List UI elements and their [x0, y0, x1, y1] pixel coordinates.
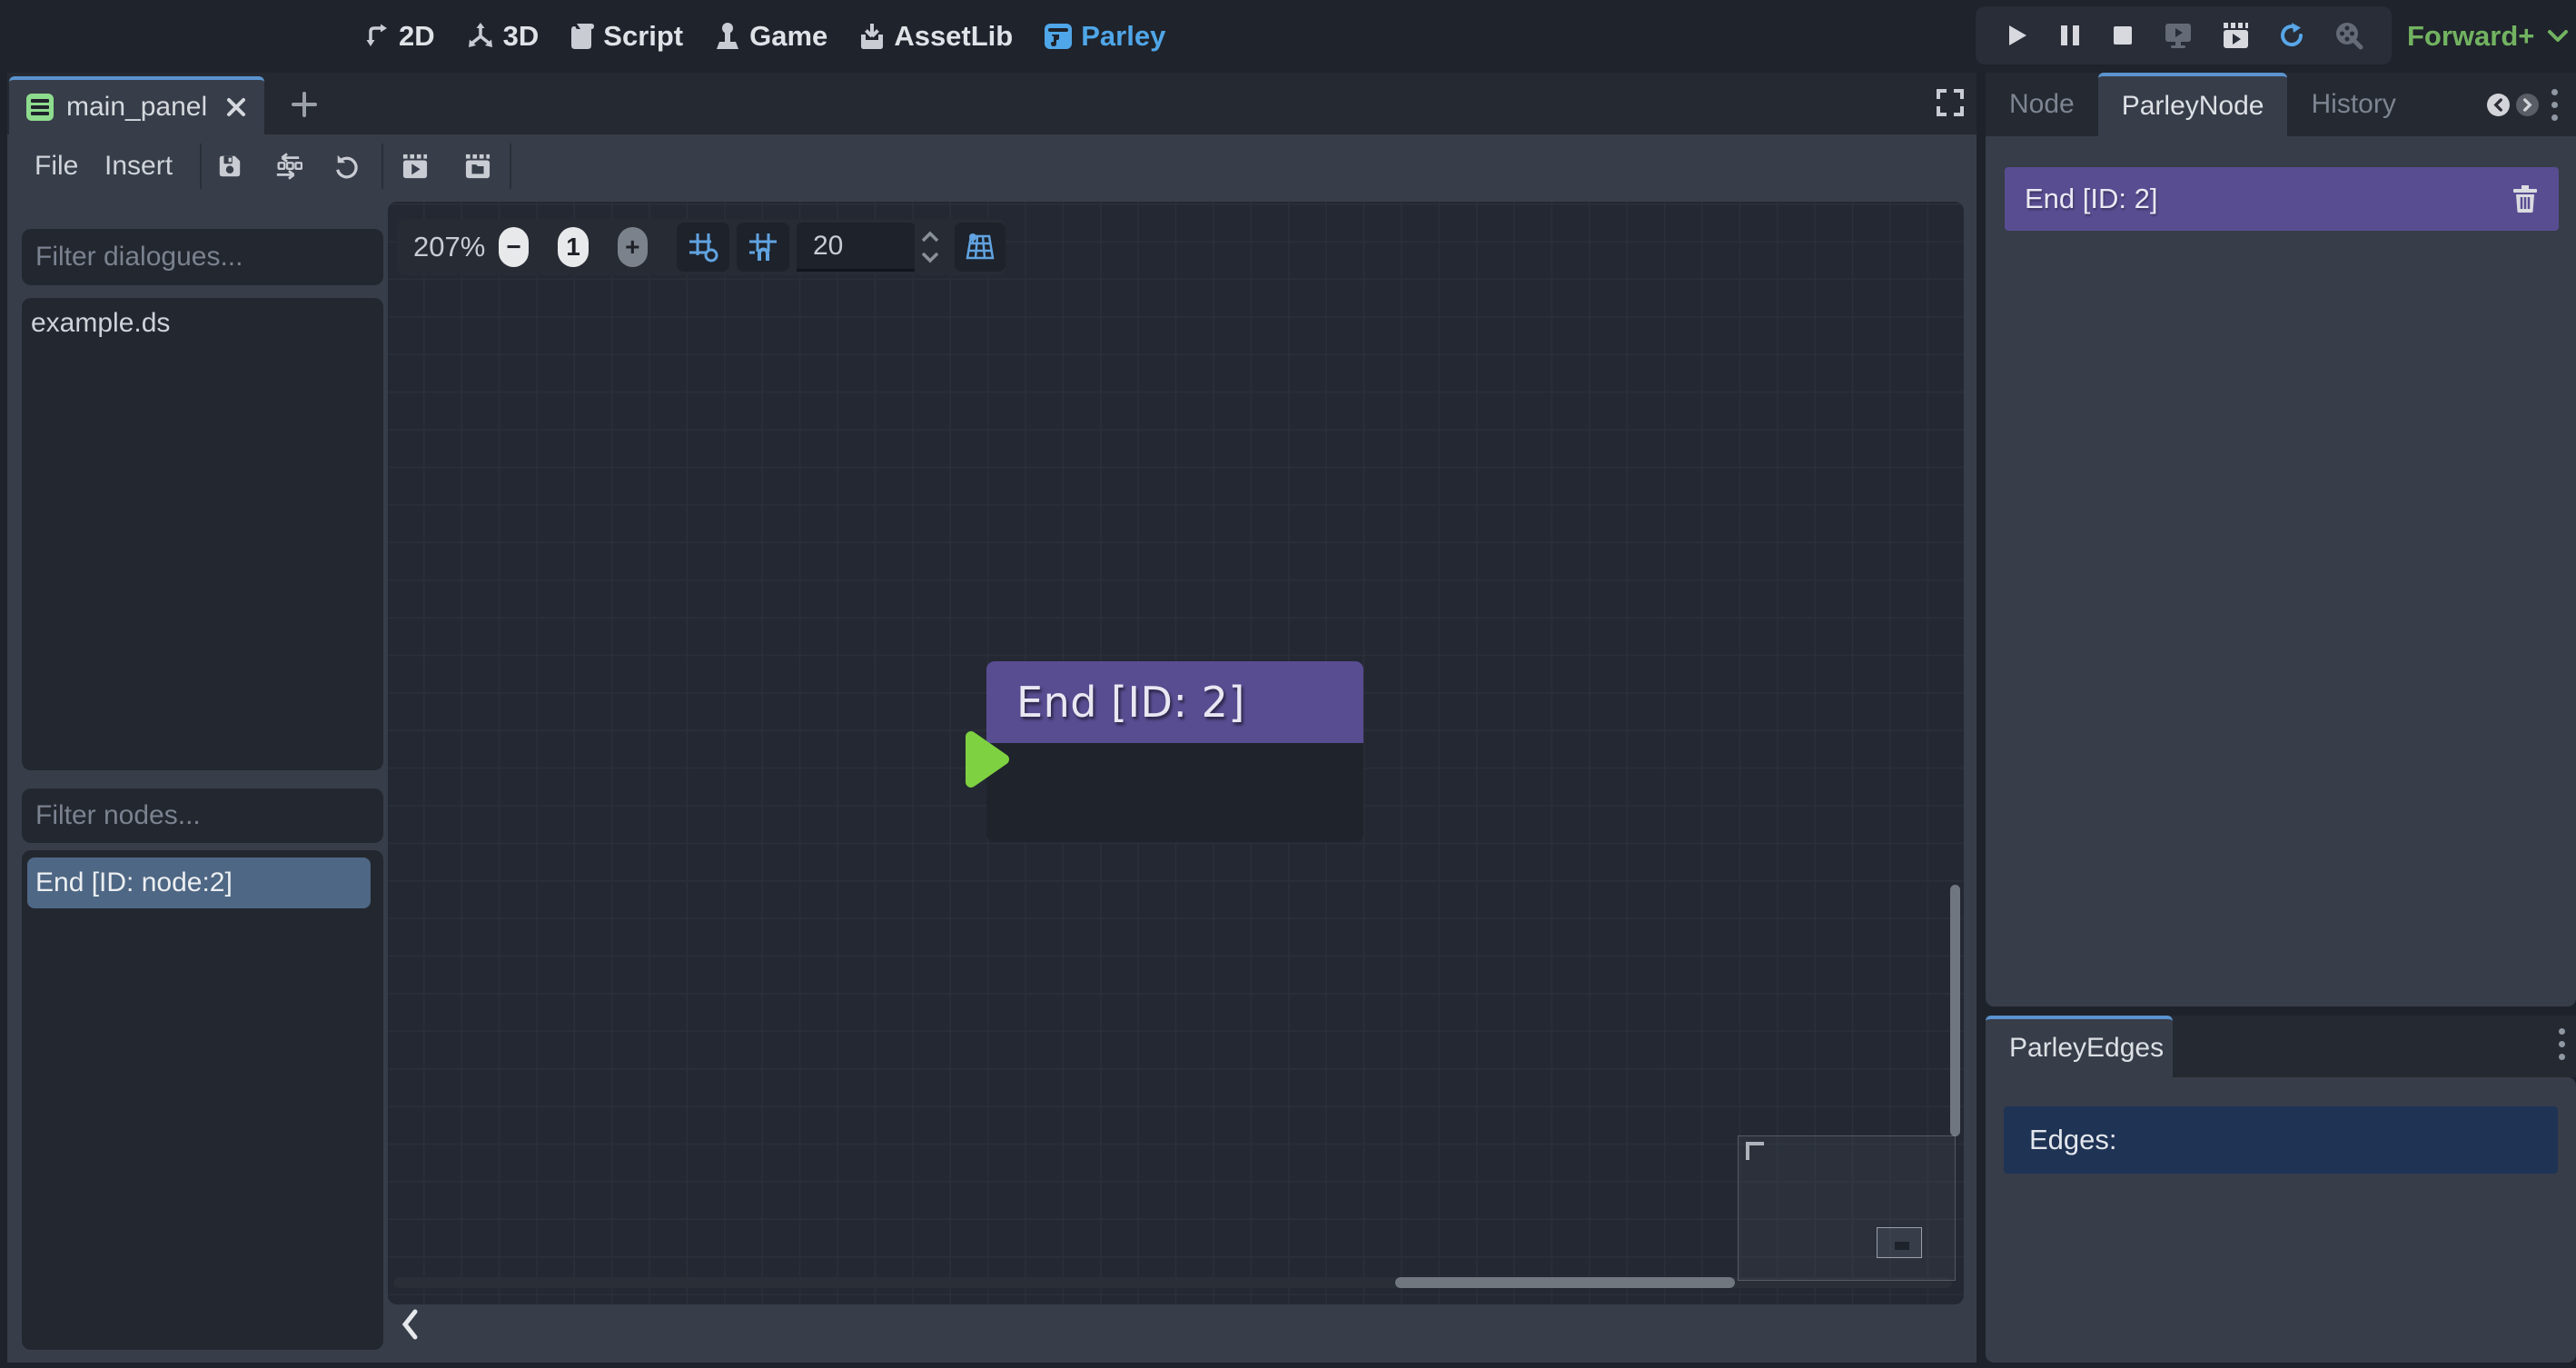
tab-parleyedges[interactable]: ParleyEdges: [1986, 1016, 2173, 1077]
chevron-down-icon: [2547, 29, 2569, 44]
minimap[interactable]: [1738, 1135, 1956, 1281]
close-icon[interactable]: [224, 95, 248, 119]
graph-node-title[interactable]: End [ID: 2]: [986, 661, 1363, 743]
tab-2d[interactable]: 2D: [362, 20, 435, 53]
nodes-filter-input[interactable]: [22, 800, 386, 831]
list-item[interactable]: example.ds: [22, 298, 383, 339]
undo-icon[interactable]: [334, 154, 360, 179]
parley-icon: [1044, 22, 1073, 51]
tab-node[interactable]: Node: [1986, 73, 2098, 136]
profiler-button[interactable]: [2333, 21, 2364, 50]
graph-canvas[interactable]: 207% − 1 + End [ID: 2]: [388, 202, 1964, 1304]
inspector-body: End [ID: 2]: [1986, 136, 2576, 1006]
edges-menu-dots-icon[interactable]: [2559, 1028, 2565, 1060]
dock-menu-dots-icon[interactable]: [2551, 89, 2558, 121]
edges-bar: Edges:: [2004, 1106, 2558, 1174]
scene-tab-main-panel[interactable]: main_panel: [9, 76, 264, 134]
dialogues-filter: [22, 229, 383, 285]
tab-assetlib-label: AssetLib: [894, 20, 1013, 53]
editor-toolbar: File Insert: [7, 134, 1977, 198]
tab-parley[interactable]: Parley: [1044, 20, 1165, 53]
play-button[interactable]: [2003, 22, 2030, 49]
zoom-level: 207%: [413, 231, 499, 263]
tab-script-label: Script: [603, 20, 683, 53]
tab-game-label: Game: [749, 20, 827, 53]
insert-menu[interactable]: Insert: [104, 151, 173, 182]
edges-tab-strip: ParleyEdges: [1986, 1016, 2576, 1077]
pause-button[interactable]: [2057, 22, 2083, 49]
inspector-node-bar[interactable]: End [ID: 2]: [2005, 167, 2559, 231]
horizontal-scrollbar[interactable]: [1395, 1277, 1735, 1288]
workspace-tabs: 2D 3D Script Game AssetLib Parley: [362, 0, 1165, 73]
snap-amount-input[interactable]: [797, 231, 887, 262]
trash-icon[interactable]: [2512, 184, 2539, 213]
reload-button[interactable]: [2277, 21, 2306, 50]
snap-magnet-toggle[interactable]: [737, 223, 789, 272]
snap-spinner[interactable]: [920, 231, 940, 263]
zoom-in-button[interactable]: +: [618, 227, 648, 267]
minimap-toggle[interactable]: [955, 223, 1006, 272]
save-icon[interactable]: [217, 154, 243, 179]
tab-parley-label: Parley: [1081, 20, 1165, 53]
tab-game[interactable]: Game: [714, 20, 827, 53]
tab-2d-label: 2D: [399, 20, 435, 53]
graph-node-end[interactable]: End [ID: 2]: [986, 661, 1363, 842]
renderer-dropdown[interactable]: Forward+: [2407, 0, 2569, 73]
panel-icon: [25, 93, 54, 122]
movie-maker-button[interactable]: [2221, 21, 2250, 50]
main-panel-area: File Insert example.ds End [ID: node:2] …: [7, 134, 1977, 1363]
run-controls: [1976, 6, 2392, 64]
graph-node-body: [986, 743, 1363, 842]
minimap-camera-corner: [1746, 1142, 1764, 1160]
movie-play-icon[interactable]: [401, 154, 429, 179]
chevron-up-icon: [920, 231, 940, 243]
zoom-reset-button[interactable]: 1: [558, 227, 588, 267]
input-port-triangle[interactable]: [962, 725, 1015, 794]
expand-icon[interactable]: [1935, 87, 1966, 118]
inspector-tab-strip: Node ParleyNode History: [1986, 73, 2576, 136]
reorder-icon[interactable]: [273, 153, 302, 180]
tab-parleynode[interactable]: ParleyNode: [2098, 73, 2288, 136]
zoom-out-button[interactable]: −: [499, 227, 529, 267]
file-menu[interactable]: File: [35, 151, 78, 182]
vertical-scrollbar[interactable]: [1950, 885, 1960, 1136]
tab-3d-label: 3D: [503, 20, 540, 53]
scene-tab-strip: main_panel: [7, 73, 1977, 134]
assetlib-icon: [858, 22, 886, 51]
scene-tab-label: main_panel: [66, 92, 213, 123]
movie-folder-icon[interactable]: [464, 154, 491, 179]
edges-body: Edges:: [1986, 1077, 2576, 1363]
snap-grid-toggle[interactable]: [677, 223, 729, 272]
tab-script[interactable]: Script: [570, 20, 683, 53]
nodes-filter: [22, 788, 383, 843]
2d-icon: [362, 22, 391, 51]
remote-debug-button[interactable]: [2163, 21, 2194, 50]
game-icon: [714, 22, 741, 51]
snap-amount-field: [797, 223, 915, 272]
list-item-selected[interactable]: End [ID: node:2]: [27, 857, 371, 908]
stop-button[interactable]: [2110, 22, 2135, 49]
tab-3d[interactable]: 3D: [466, 20, 540, 53]
top-bar: 2D 3D Script Game AssetLib Parley: [0, 0, 2576, 73]
collapse-sidebar-button[interactable]: [398, 1306, 421, 1343]
tab-scroll-right-button[interactable]: [2516, 94, 2539, 116]
dialogues-list: example.ds: [22, 298, 383, 770]
add-tab-button[interactable]: [285, 85, 323, 124]
minimap-node: [1895, 1242, 1909, 1250]
renderer-label: Forward+: [2407, 20, 2534, 53]
dialogues-filter-input[interactable]: [22, 242, 386, 273]
chevron-down-icon: [920, 251, 940, 263]
3d-icon: [466, 22, 495, 51]
graph-toolbar: 207% − 1 +: [397, 219, 1006, 275]
script-icon: [570, 22, 595, 51]
inspector-node-bar-label: End [ID: 2]: [2025, 183, 2157, 215]
tab-scroll-left-button[interactable]: [2487, 94, 2510, 116]
nodes-list: End [ID: node:2]: [22, 850, 383, 1350]
minimap-viewport[interactable]: [1877, 1227, 1922, 1258]
tab-assetlib[interactable]: AssetLib: [858, 20, 1013, 53]
tab-history[interactable]: History: [2287, 73, 2419, 136]
